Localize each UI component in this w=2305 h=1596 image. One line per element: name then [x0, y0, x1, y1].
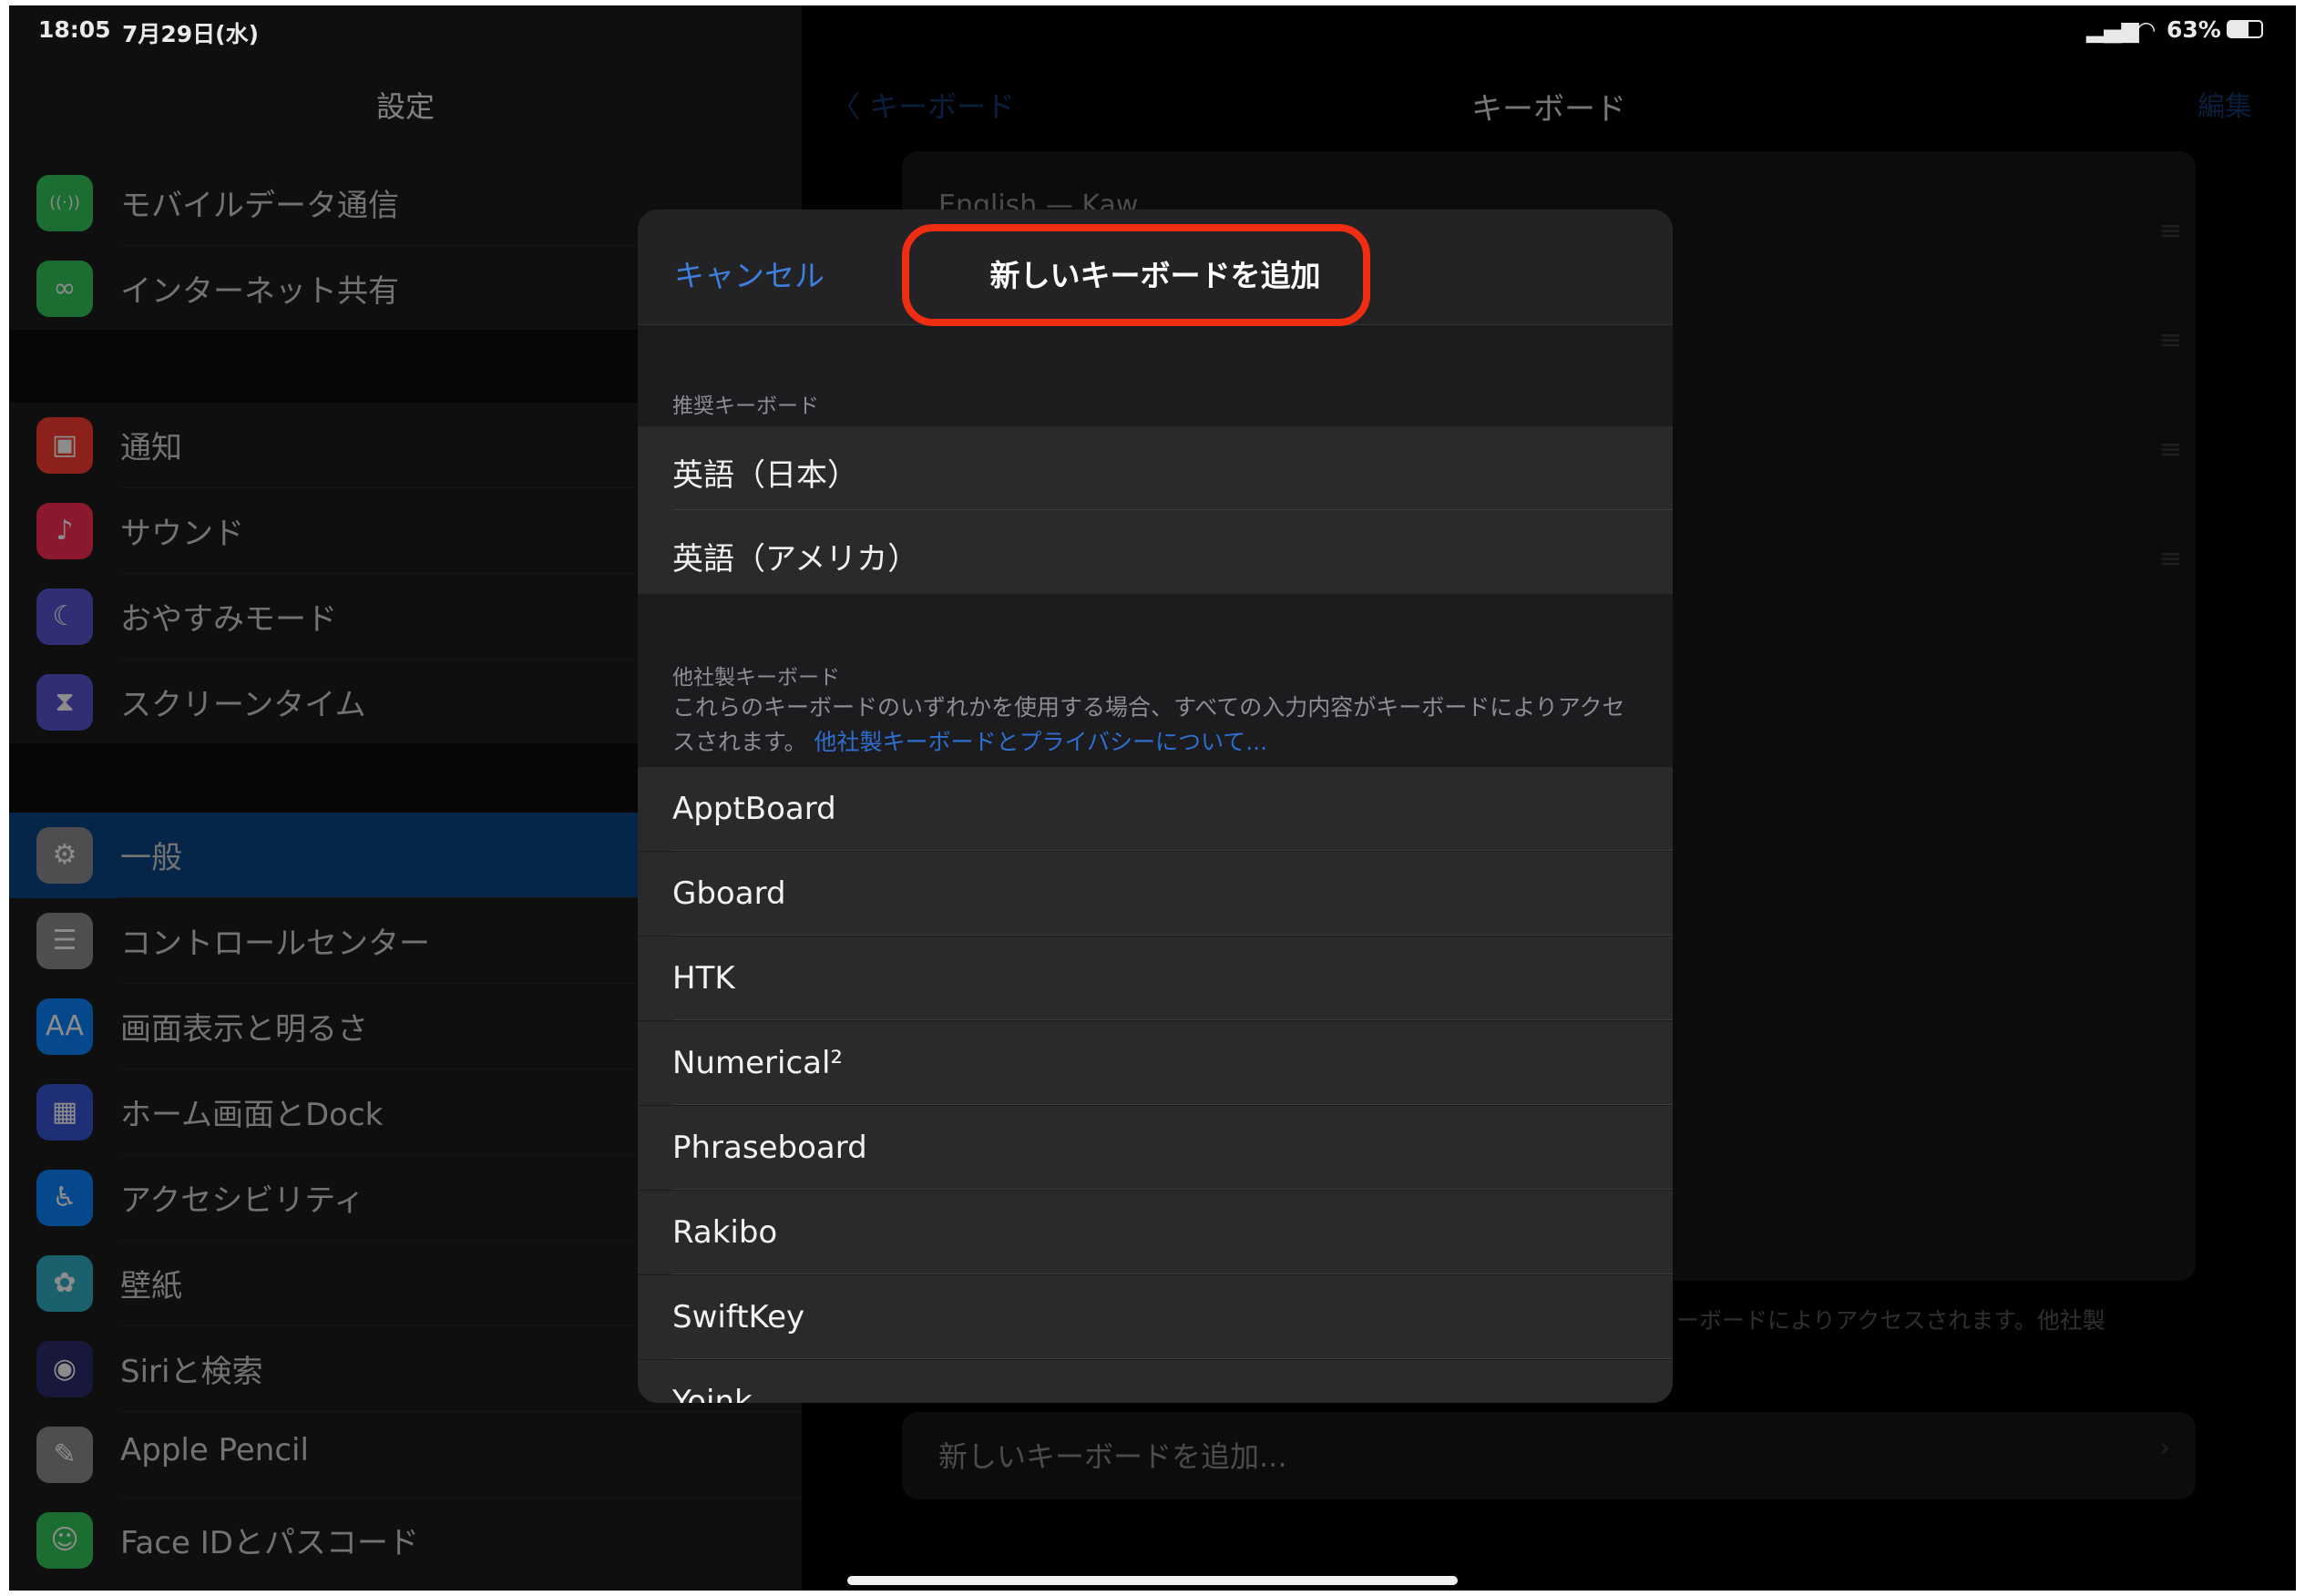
row-divider — [672, 1104, 1673, 1105]
wifi-icon: ◠ — [2137, 16, 2156, 43]
signal-icon: ▂▄▆ — [2086, 16, 2139, 43]
suggested-keyboard-row[interactable]: 英語（アメリカ） — [638, 510, 1673, 594]
keyboard-name: HTK — [672, 960, 735, 997]
third-party-keyboard-row[interactable]: Rakibo — [638, 1191, 1673, 1274]
keyboard-name: SwiftKey — [672, 1299, 805, 1335]
third-party-keyboard-row[interactable]: Gboard — [638, 852, 1673, 936]
third-party-keyboard-row[interactable]: Numerical² — [638, 1021, 1673, 1105]
suggested-section-header: 推奨キーボード — [672, 394, 819, 418]
third-party-section-header: 他社製キーボード — [672, 666, 840, 690]
third-party-keyboard-row[interactable]: SwiftKey — [638, 1275, 1673, 1359]
third-party-keyboard-row[interactable]: HTK — [638, 936, 1673, 1020]
home-indicator[interactable] — [847, 1576, 1458, 1585]
row-divider — [672, 935, 1673, 936]
third-party-keyboard-row[interactable]: Yoink — [638, 1360, 1673, 1403]
status-time: 18:05 — [38, 16, 111, 43]
ipad-screen: 設定 ((·)) モバイルデータ通信 ∞ インターネット共有 ▣ 通知 ♪ サウンド ☾ おやすみ… — [9, 5, 2296, 1591]
third-party-note: これらのキーボードのいずれかを使用する場合、すべての入力内容がキーボードによりア… — [672, 691, 1638, 760]
add-keyboard-sheet: キャンセル 新しいキーボードを追加 推奨キーボード 英語（日本） 英語（アメリカ）… — [638, 210, 1673, 1403]
keyboard-name: Yoink — [672, 1384, 753, 1403]
battery-icon — [2227, 20, 2263, 38]
sheet-header: キャンセル 新しいキーボードを追加 — [638, 210, 1673, 326]
keyboard-name: Numerical² — [672, 1045, 844, 1081]
keyboard-name: Rakibo — [672, 1214, 778, 1251]
suggested-keyboard-row[interactable]: 英語（日本） — [638, 426, 1673, 510]
highlight-annotation — [902, 224, 1370, 326]
keyboard-name: 英語（日本） — [672, 457, 858, 494]
row-divider — [672, 1019, 1673, 1020]
keyboard-name: Gboard — [672, 875, 786, 912]
third-party-keyboard-row[interactable]: ApptBoard — [638, 767, 1673, 851]
row-divider — [672, 1189, 1673, 1190]
keyboard-name: ApptBoard — [672, 791, 836, 827]
third-party-keyboard-row[interactable]: Phraseboard — [638, 1106, 1673, 1190]
keyboard-name: 英語（アメリカ） — [672, 541, 919, 578]
status-battery: 63% — [2167, 16, 2221, 43]
privacy-link[interactable]: 他社製キーボードとプライバシーについて... — [814, 729, 1267, 755]
status-date: 7月29日(水) — [122, 21, 260, 47]
row-divider — [672, 1358, 1673, 1359]
keyboard-name: Phraseboard — [672, 1130, 867, 1166]
row-divider — [672, 850, 1673, 851]
